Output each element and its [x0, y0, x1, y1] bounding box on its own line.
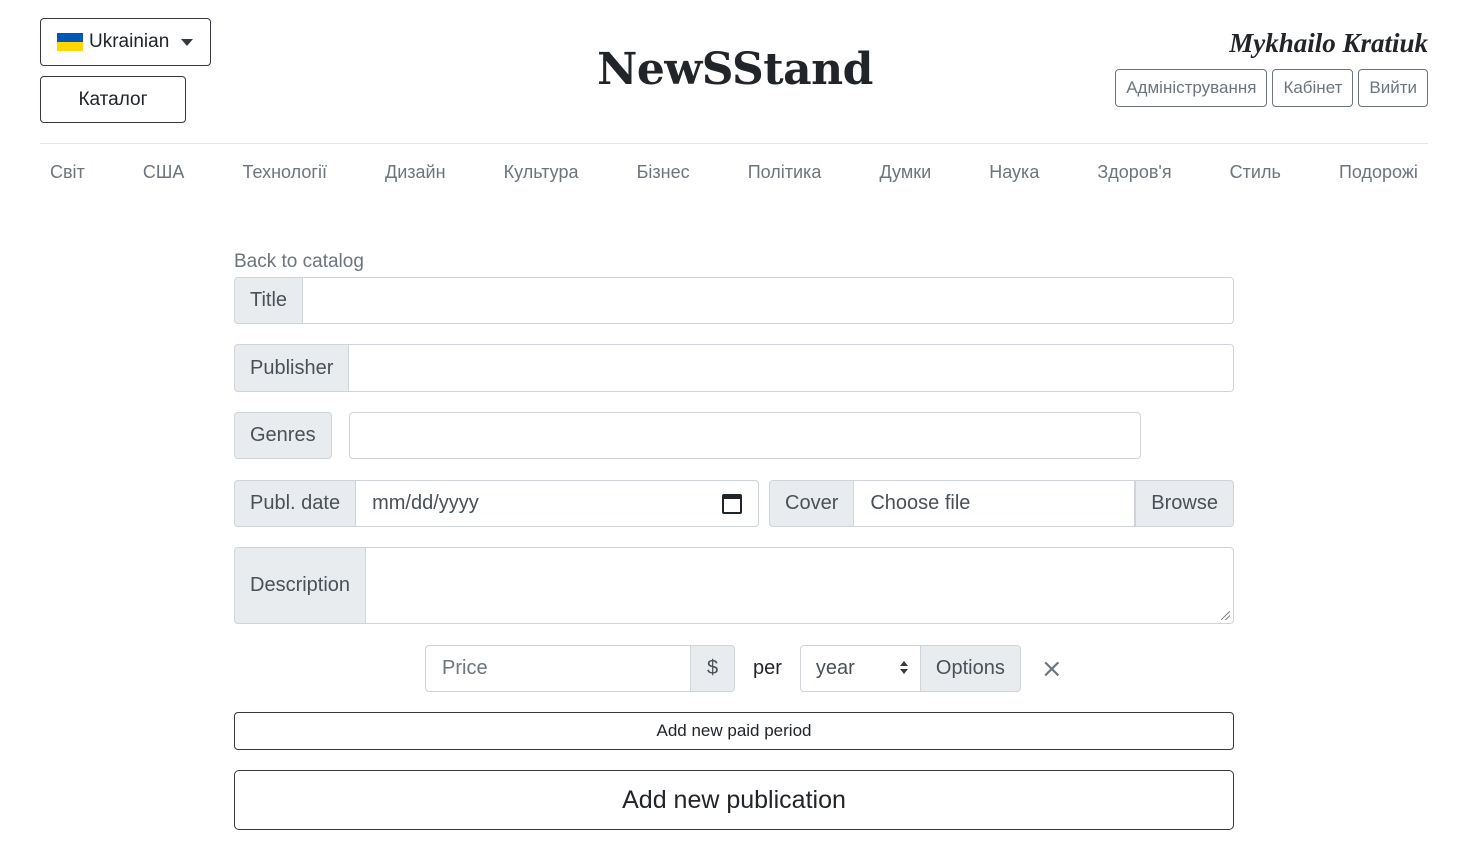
title-label: Title [234, 277, 304, 324]
admin-button[interactable]: Адміністрування [1115, 69, 1268, 107]
logout-button[interactable]: Вийти [1358, 69, 1428, 107]
currency-addon: $ [691, 645, 735, 692]
publ-date-input[interactable]: mm/dd/yyyy [356, 480, 759, 527]
period-select[interactable]: year [799, 645, 921, 692]
publisher-input[interactable] [349, 344, 1234, 392]
cover-file-value: Choose file [870, 492, 971, 514]
resize-grip-icon[interactable] [1221, 611, 1230, 620]
nav-item-science[interactable]: Наука [989, 162, 1039, 183]
language-label: Ukrainian [89, 31, 170, 52]
ukraine-flag-icon [57, 33, 83, 51]
cover-group: Cover Choose file Browse [769, 480, 1234, 527]
cover-file-input[interactable]: Choose file [854, 480, 1136, 527]
brand-title[interactable]: NewSStand [560, 40, 910, 100]
caret-down-icon [181, 38, 194, 46]
nav-item-politics[interactable]: Політика [748, 162, 822, 183]
cabinet-button[interactable]: Кабінет [1272, 69, 1354, 107]
user-name: Mykhailo Kratiuk [1229, 28, 1428, 58]
publisher-label: Publisher [234, 344, 350, 392]
price-input[interactable]: Price [425, 645, 691, 692]
nav-item-technology[interactable]: Технології [243, 162, 327, 183]
publ-date-label: Publ. date [234, 480, 357, 527]
nav-item-business[interactable]: Бізнес [637, 162, 690, 183]
title-input[interactable] [303, 277, 1234, 324]
back-to-catalog-link[interactable]: Back to catalog [234, 251, 364, 273]
add-paid-period-button[interactable]: Add new paid period [234, 712, 1234, 750]
browse-button[interactable]: Browse [1135, 480, 1234, 527]
description-group: Description [234, 547, 1234, 624]
nav-item-culture[interactable]: Культура [504, 162, 579, 183]
paid-period-row: Price $ per year Options × [425, 645, 1063, 692]
language-dropdown[interactable]: Ukrainian [40, 18, 211, 66]
add-publication-button[interactable]: Add new publication [234, 770, 1234, 830]
nav-item-health[interactable]: Здоров'я [1097, 162, 1171, 183]
period-selected: year [815, 657, 855, 679]
publ-date-value: mm/dd/yyyy [372, 492, 479, 514]
description-textarea[interactable] [366, 547, 1234, 624]
genres-label: Genres [234, 412, 332, 459]
cover-label: Cover [769, 480, 855, 527]
genres-input[interactable] [348, 412, 1141, 459]
price-placeholder: Price [442, 657, 488, 679]
publ-date-group: Publ. date mm/dd/yyyy [234, 480, 759, 527]
nav-item-style[interactable]: Стиль [1230, 162, 1281, 183]
remove-period-icon[interactable]: × [1041, 654, 1063, 684]
header-divider [40, 143, 1428, 144]
category-nav: Світ США Технології Дизайн Культура Бізн… [40, 156, 1428, 188]
title-group: Title [234, 277, 1234, 324]
options-addon: Options [920, 645, 1021, 692]
nav-item-design[interactable]: Дизайн [385, 162, 446, 183]
nav-item-world[interactable]: Світ [50, 162, 85, 183]
genres-group: Genres [234, 412, 1141, 459]
nav-item-travel[interactable]: Подорожі [1339, 162, 1418, 183]
nav-item-opinion[interactable]: Думки [879, 162, 931, 183]
account-actions: Адміністрування Кабінет Вийти [1115, 69, 1428, 107]
nav-item-usa[interactable]: США [143, 162, 185, 183]
description-label: Description [234, 547, 367, 624]
calendar-icon[interactable] [722, 493, 742, 514]
per-label: per [753, 657, 782, 679]
catalog-button[interactable]: Каталог [40, 76, 186, 123]
publisher-group: Publisher [234, 344, 1234, 392]
